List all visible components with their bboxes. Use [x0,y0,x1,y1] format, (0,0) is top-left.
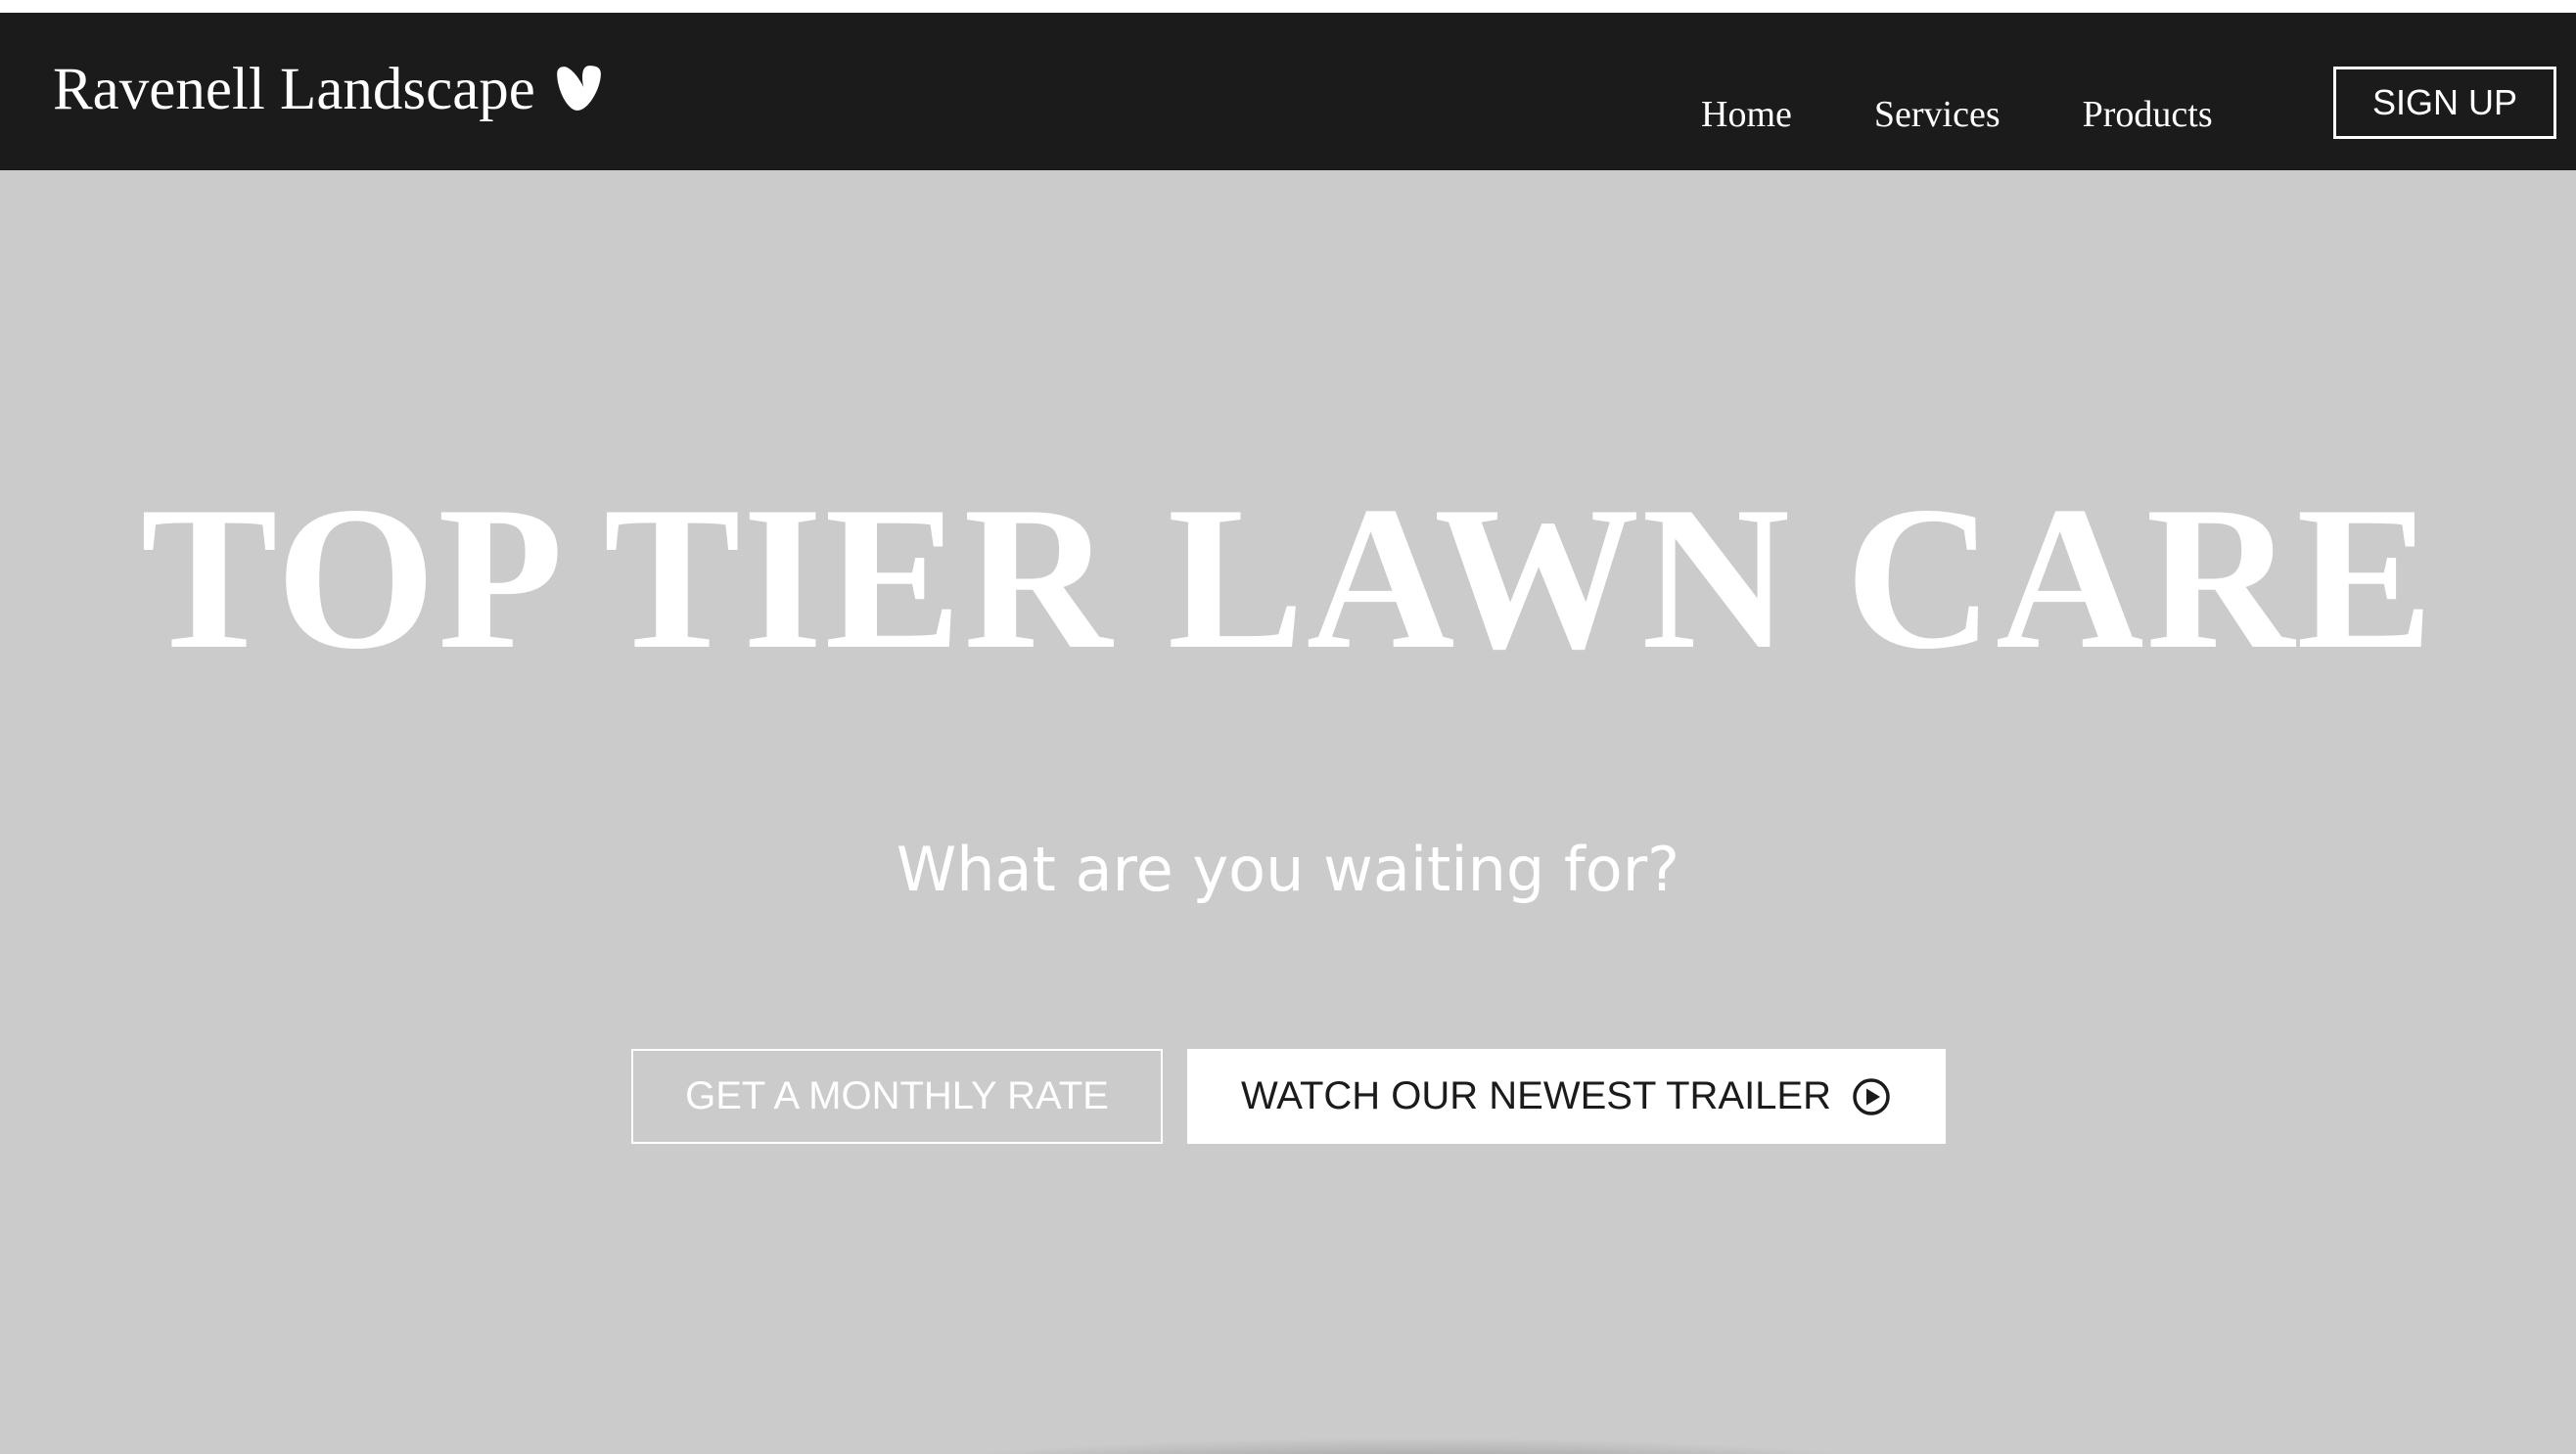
hero-section: TOP TIER LAWN CARE What are you waiting … [0,170,2576,1454]
get-monthly-rate-label: GET A MONTHLY RATE [685,1074,1109,1117]
get-monthly-rate-button[interactable]: GET A MONTHLY RATE [631,1049,1163,1144]
hero-title: TOP TIER LAWN CARE [140,465,2436,692]
nav-home[interactable]: Home [1701,93,1792,136]
brand-name: Ravenell Landscape [53,57,535,122]
card-shadow [900,1438,1918,1454]
nav-products[interactable]: Products [2083,93,2213,136]
nav-services[interactable]: Services [1874,93,2001,136]
watch-trailer-button[interactable]: WATCH OUR NEWEST TRAILER [1187,1049,1946,1144]
signup-button[interactable]: SIGN UP [2333,67,2556,139]
brand[interactable]: Ravenell Landscape [53,60,604,119]
watch-trailer-label: WATCH OUR NEWEST TRAILER [1240,1074,1831,1117]
main-nav: Home Services Products [1701,93,2213,136]
top-navbar: Ravenell Landscape Home Services Product… [0,13,2576,170]
play-circle-icon [1853,1077,1890,1115]
typo3-logo-icon [557,65,601,111]
cta-row: GET A MONTHLY RATE WATCH OUR NEWEST TRAI… [631,1049,1946,1144]
hero-subtitle: What are you waiting for? [896,834,1680,905]
page: Ravenell Landscape Home Services Product… [0,0,2576,1454]
